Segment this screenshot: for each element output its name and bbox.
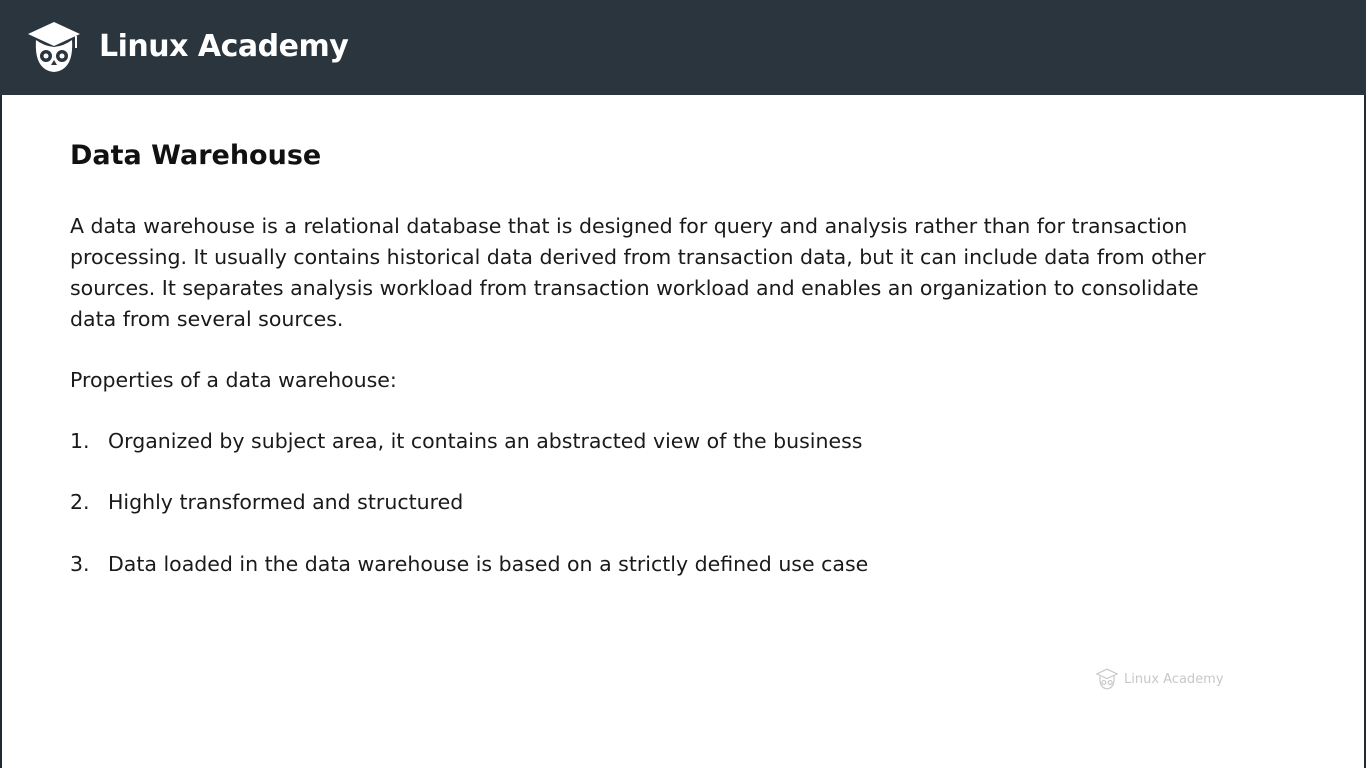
list-item: 2. Highly transformed and structured xyxy=(70,487,463,518)
list-item: 1. Organized by subject area, it contains… xyxy=(70,426,862,457)
owl-graduation-cap-icon xyxy=(28,22,80,72)
watermark-text: Linux Academy xyxy=(1124,671,1224,687)
brand-name: Linux Academy xyxy=(99,29,349,64)
list-item-text: Data loaded in the data warehouse is bas… xyxy=(108,552,869,576)
list-item-number: 2. xyxy=(70,490,90,514)
definition-paragraph: A data warehouse is a relational databas… xyxy=(70,214,1206,331)
watermark: Linux Academy xyxy=(1096,668,1224,690)
header-bar: Linux Academy xyxy=(0,0,1366,95)
properties-label: Properties of a data warehouse: xyxy=(70,368,397,392)
list-item: 3. Data loaded in the data warehouse is b… xyxy=(70,549,868,580)
slide-title: Data Warehouse xyxy=(70,140,322,171)
slide-content: Data Warehouse A data warehouse is a rel… xyxy=(2,95,1364,768)
list-item-text: Highly transformed and structured xyxy=(108,490,464,514)
list-item-text: Organized by subject area, it contains a… xyxy=(108,429,863,453)
owl-graduation-cap-icon xyxy=(1096,668,1118,690)
list-item-number: 3. xyxy=(70,552,90,576)
list-item-number: 1. xyxy=(70,429,90,453)
video-frame: Linux Academy Data Warehouse A data ware… xyxy=(0,0,1366,768)
